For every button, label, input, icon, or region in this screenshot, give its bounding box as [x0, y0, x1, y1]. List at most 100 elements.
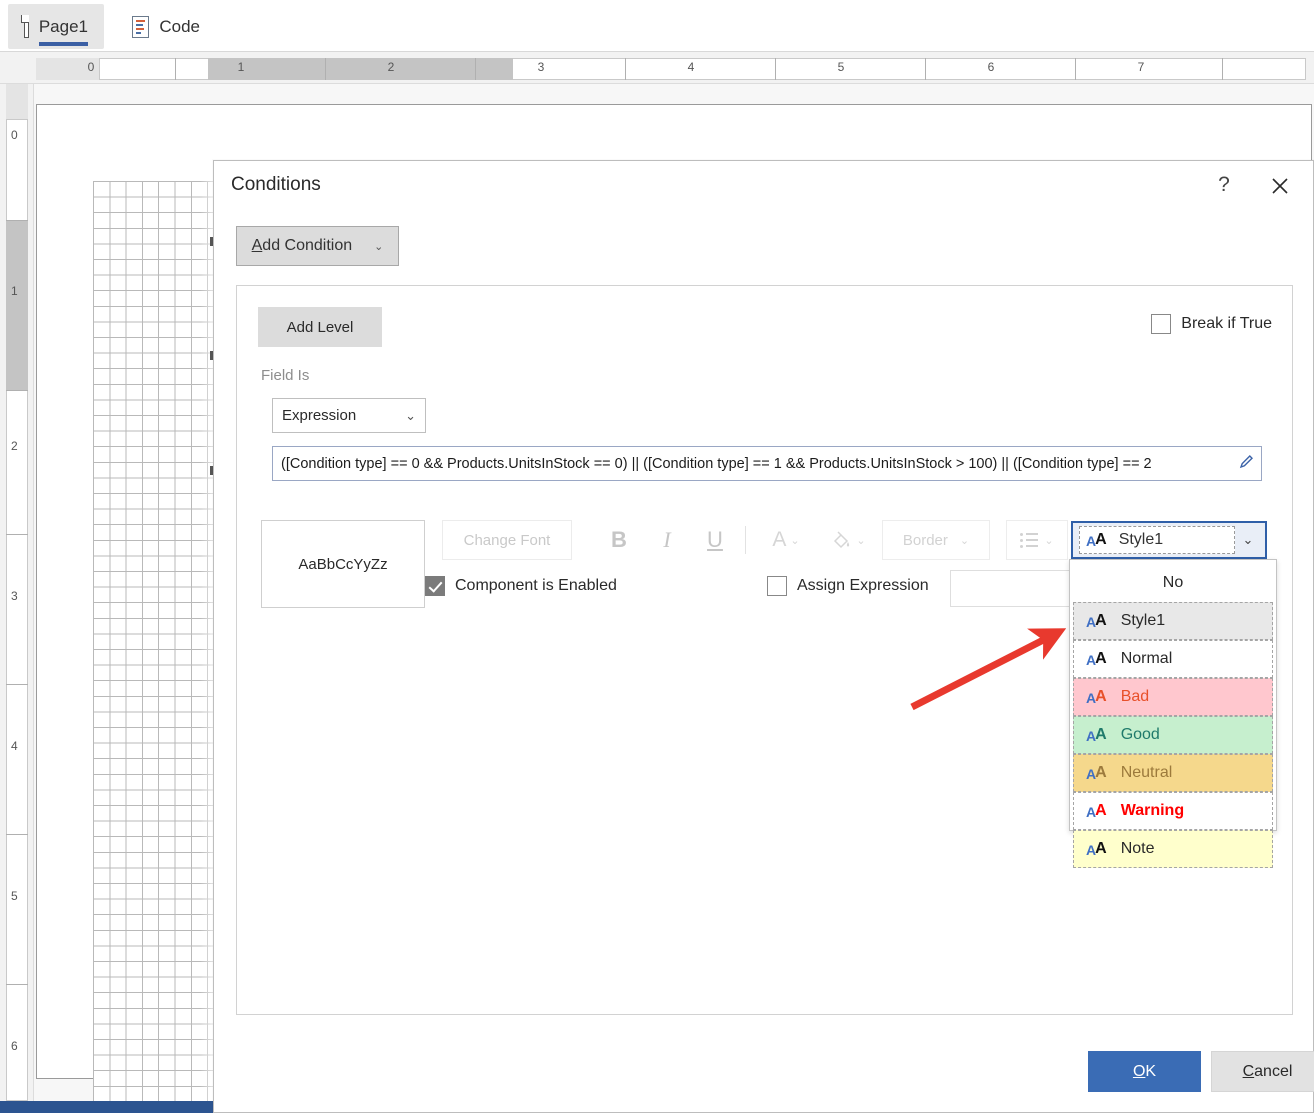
ruler-margin-top	[6, 84, 28, 120]
chevron-down-icon: ⌄	[790, 534, 800, 547]
ruler-number: 3	[11, 589, 18, 603]
pencil-icon[interactable]	[1238, 453, 1255, 475]
cancel-button[interactable]: Cancel	[1211, 1051, 1314, 1092]
style-aa-icon: AA	[1086, 726, 1107, 744]
ruler-number: 2	[11, 439, 18, 453]
style-option-normal[interactable]: AA Normal	[1073, 640, 1273, 678]
ruler-tick	[6, 220, 28, 221]
style-combobox-value-area: AA Style1	[1079, 526, 1235, 554]
page-icon	[20, 15, 29, 38]
style-option-label: No	[1162, 574, 1184, 591]
ruler-number: 1	[237, 60, 245, 74]
style-option-bad[interactable]: AA Bad	[1073, 678, 1273, 716]
style-option-warning[interactable]: AA Warning	[1073, 792, 1273, 830]
style-option-label: Warning	[1120, 802, 1185, 819]
style-combobox[interactable]: AA Style1 ⌄	[1071, 521, 1267, 559]
ruler-tick	[925, 58, 926, 80]
style-option-style1[interactable]: AA Style1	[1073, 602, 1273, 640]
ruler-number: 6	[987, 60, 995, 74]
italic-icon[interactable]: I	[650, 520, 684, 560]
font-preview: AaBbCcYyZz	[261, 520, 425, 608]
break-if-true-checkbox[interactable]	[1151, 314, 1172, 334]
style-combobox-value: Style1	[1118, 531, 1164, 548]
style-aa-icon: AA	[1086, 840, 1107, 858]
style-option-good[interactable]: AA Good	[1073, 716, 1273, 754]
assign-expression-input[interactable]	[950, 570, 1087, 607]
component-enabled-row[interactable]: Component is Enabled	[425, 576, 617, 596]
add-level-button[interactable]: Add Level	[258, 307, 382, 347]
chevron-down-icon[interactable]: ⌄	[1235, 532, 1261, 548]
ruler-number: 5	[11, 889, 18, 903]
component-enabled-label: Component is Enabled	[455, 577, 617, 594]
code-icon	[132, 15, 150, 38]
ruler-tick	[6, 390, 28, 391]
fill-color-icon[interactable]: ⌄	[820, 520, 876, 560]
ruler-number: 1	[11, 284, 18, 298]
ruler-selection-range	[208, 58, 513, 80]
ok-button[interactable]: OK	[1088, 1051, 1201, 1092]
style-aa-icon: AA	[1086, 764, 1107, 782]
field-is-select[interactable]: Expression ⌄	[272, 398, 426, 433]
border-button[interactable]: Border ⌄	[882, 520, 990, 560]
add-condition-rest: dd Condition	[262, 237, 353, 254]
ruler-tick	[6, 684, 28, 685]
style-option-label: Normal	[1120, 650, 1173, 667]
ruler-selection-range	[6, 220, 28, 390]
break-if-true-label: Break if True	[1181, 315, 1272, 332]
report-grid-band[interactable]	[93, 181, 223, 1113]
list-style-button[interactable]: ⌄	[1006, 520, 1068, 560]
ruler-tick	[1222, 58, 1223, 80]
ruler-tick	[625, 58, 626, 80]
ruler-number: 3	[537, 60, 545, 74]
toolbar-divider	[745, 526, 746, 554]
chevron-down-icon: ⌄	[405, 407, 416, 423]
font-color-icon[interactable]: A ⌄	[760, 520, 812, 560]
ruler-number: 5	[837, 60, 845, 74]
vertical-ruler[interactable]: 0 1 2 3 4 5 6	[0, 84, 34, 1113]
tab-code[interactable]: Code	[116, 4, 216, 49]
component-enabled-checkbox[interactable]	[425, 576, 445, 596]
add-condition-button[interactable]: Add Condition ⌄	[236, 226, 399, 266]
style-option-no[interactable]: No	[1073, 564, 1273, 602]
chevron-down-icon: ⌄	[856, 534, 866, 547]
style-option-note[interactable]: AA Note	[1073, 830, 1273, 868]
style-option-label: Neutral	[1120, 764, 1173, 781]
ruler-tick	[6, 534, 28, 535]
tab-page1[interactable]: Page1	[8, 4, 104, 49]
style-dropdown-list[interactable]: No AA Style1 AA Normal AA Bad AA Good AA…	[1069, 559, 1277, 868]
style-option-neutral[interactable]: AA Neutral	[1073, 754, 1273, 792]
ruler-tick	[1075, 58, 1076, 80]
horizontal-ruler[interactable]: 0 1 2 3 4 5 6 7	[0, 52, 1314, 84]
bullet-list-icon	[1020, 532, 1039, 548]
field-is-value: Expression	[282, 407, 357, 424]
change-font-button[interactable]: Change Font	[442, 520, 572, 560]
ok-label: OK	[1132, 1062, 1157, 1080]
style-aa-icon: AA	[1086, 531, 1107, 549]
border-label: Border	[902, 531, 948, 549]
tab-code-label: Code	[159, 16, 200, 36]
style-aa-icon: AA	[1086, 650, 1107, 668]
style-aa-icon: AA	[1086, 612, 1107, 630]
expression-value: ([Condition type] == 0 && Products.Units…	[281, 455, 1152, 472]
conditions-dialog: Conditions ? Add Condition ⌄ Add Level B…	[213, 160, 1314, 1113]
assign-expression-row[interactable]: Assign Expression	[767, 576, 929, 596]
style-aa-icon: AA	[1086, 688, 1107, 706]
underline-icon[interactable]: U	[698, 520, 732, 560]
bold-icon[interactable]: B	[602, 520, 636, 560]
tab-strip: Page1 Code	[0, 0, 1314, 52]
close-icon[interactable]	[1265, 171, 1295, 201]
ruler-tick	[325, 58, 326, 80]
field-is-label: Field Is	[261, 367, 310, 384]
help-icon[interactable]: ?	[1210, 171, 1238, 199]
assign-expression-checkbox[interactable]	[767, 576, 787, 596]
cancel-label: Cancel	[1242, 1062, 1293, 1080]
ruler-number: 7	[1137, 60, 1145, 74]
assign-expression-label: Assign Expression	[797, 577, 929, 594]
style-aa-icon: AA	[1086, 802, 1107, 820]
ruler-tick	[6, 984, 28, 985]
ruler-number: 0	[11, 128, 18, 142]
ruler-number: 0	[87, 60, 95, 74]
break-if-true-row[interactable]: Break if True	[1151, 314, 1272, 334]
expression-input[interactable]: ([Condition type] == 0 && Products.Units…	[272, 446, 1262, 481]
dialog-title: Conditions	[231, 174, 321, 195]
